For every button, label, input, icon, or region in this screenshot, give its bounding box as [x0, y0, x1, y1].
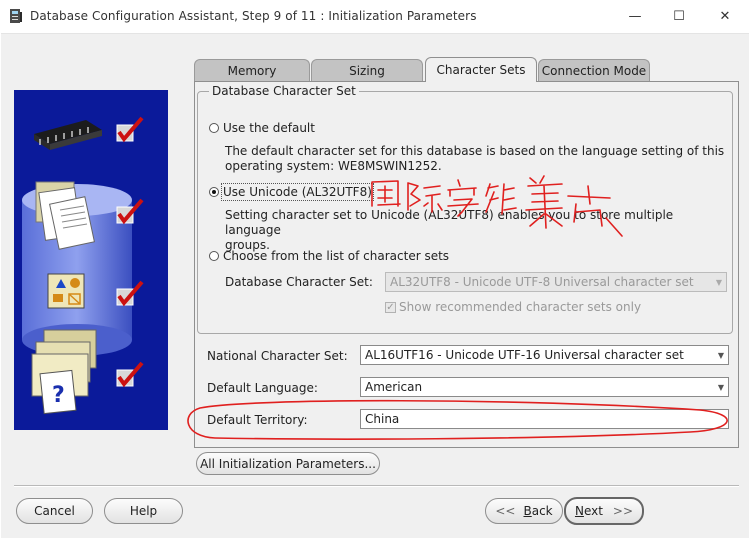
choose-from-list-label: Choose from the list of character sets — [223, 249, 450, 263]
dropdown-arrow-icon: ▼ — [717, 382, 725, 392]
all-initialization-parameters-button[interactable]: All Initialization Parameters... — [196, 452, 380, 475]
dropdown-arrow-icon: ▼ — [715, 277, 723, 287]
footer-separator — [14, 485, 739, 487]
wizard-illustration: ? — [14, 90, 168, 430]
default-language-label: Default Language: — [207, 381, 318, 395]
select-value: AL32UTF8 - Unicode UTF-8 Universal chara… — [390, 275, 694, 289]
checkbox-icon: ✓ — [385, 301, 396, 313]
back-button[interactable]: << Back — [485, 498, 563, 524]
help-button[interactable]: Help — [104, 498, 183, 524]
use-default-description: The default character set for this datab… — [225, 144, 725, 174]
back-mnemonic: B — [523, 504, 532, 518]
use-default-label: Use the default — [223, 121, 315, 135]
default-language-select[interactable]: American ▼ — [360, 377, 729, 397]
back-label-rest: ack — [531, 504, 553, 518]
tab-connection-mode[interactable]: Connection Mode — [538, 59, 650, 81]
chip-icon — [34, 120, 102, 150]
minimize-button[interactable]: — — [612, 0, 658, 33]
minimize-icon: — — [628, 9, 642, 24]
maximize-button[interactable]: ☐ — [656, 0, 702, 33]
select-value: AL16UTF16 - Unicode UTF-16 Universal cha… — [365, 348, 684, 362]
description-line: operating system: WE8MSWIN1252. — [225, 159, 442, 173]
next-button[interactable]: Next >> — [564, 497, 644, 525]
tab-character-sets[interactable]: Character Sets — [425, 57, 537, 82]
next-mnemonic: N — [574, 504, 584, 518]
description-line: The default character set for this datab… — [225, 144, 725, 158]
use-unicode-description: Setting character set to Unicode (AL32UT… — [225, 208, 725, 253]
app-icon — [10, 9, 22, 23]
question-icon: ? — [31, 329, 97, 415]
select-value: American — [365, 380, 423, 394]
description-line: Setting character set to Unicode (AL32UT… — [225, 208, 674, 237]
national-character-set-select[interactable]: AL16UTF16 - Unicode UTF-16 Universal cha… — [360, 345, 729, 365]
select-value: China — [365, 412, 400, 426]
default-territory-label: Default Territory: — [207, 413, 308, 427]
close-button[interactable]: ✕ — [702, 0, 748, 33]
next-arrow-icon: >> — [612, 504, 634, 518]
title-bar: Database Configuration Assistant, Step 9… — [0, 0, 750, 33]
checkmark-icon — [116, 116, 144, 143]
radio-icon — [209, 251, 219, 261]
tab-memory[interactable]: Memory — [194, 59, 310, 81]
radio-icon — [209, 123, 219, 133]
database-character-set-select[interactable]: AL32UTF8 - Unicode UTF-8 Universal chara… — [385, 272, 727, 292]
use-default-radio[interactable]: Use the default — [209, 121, 315, 135]
next-label-rest: ext — [583, 504, 603, 518]
window-title: Database Configuration Assistant, Step 9… — [30, 9, 477, 23]
default-territory-select[interactable]: China — [360, 409, 729, 429]
use-unicode-radio[interactable]: Use Unicode (AL32UTF8) — [209, 183, 374, 201]
use-unicode-label: Use Unicode (AL32UTF8) — [221, 183, 374, 201]
database-character-set-label: Database Character Set: — [225, 275, 373, 289]
checkmark-icon — [116, 361, 144, 388]
radio-icon — [209, 187, 219, 197]
choose-from-list-radio[interactable]: Choose from the list of character sets — [209, 249, 449, 263]
show-recommended-label: Show recommended character sets only — [399, 300, 642, 314]
group-legend: Database Character Set — [209, 84, 359, 98]
national-character-set-label: National Character Set: — [207, 349, 348, 363]
tab-sizing[interactable]: Sizing — [311, 59, 423, 81]
cancel-button[interactable]: Cancel — [16, 498, 93, 524]
back-arrow-icon: << — [495, 504, 516, 518]
close-icon: ✕ — [719, 9, 731, 24]
shapes-icon — [47, 273, 85, 309]
svg-text:?: ? — [52, 383, 65, 408]
show-recommended-checkbox[interactable]: ✓ Show recommended character sets only — [385, 300, 641, 314]
dropdown-arrow-icon: ▼ — [717, 350, 725, 360]
maximize-icon: ☐ — [673, 9, 685, 24]
